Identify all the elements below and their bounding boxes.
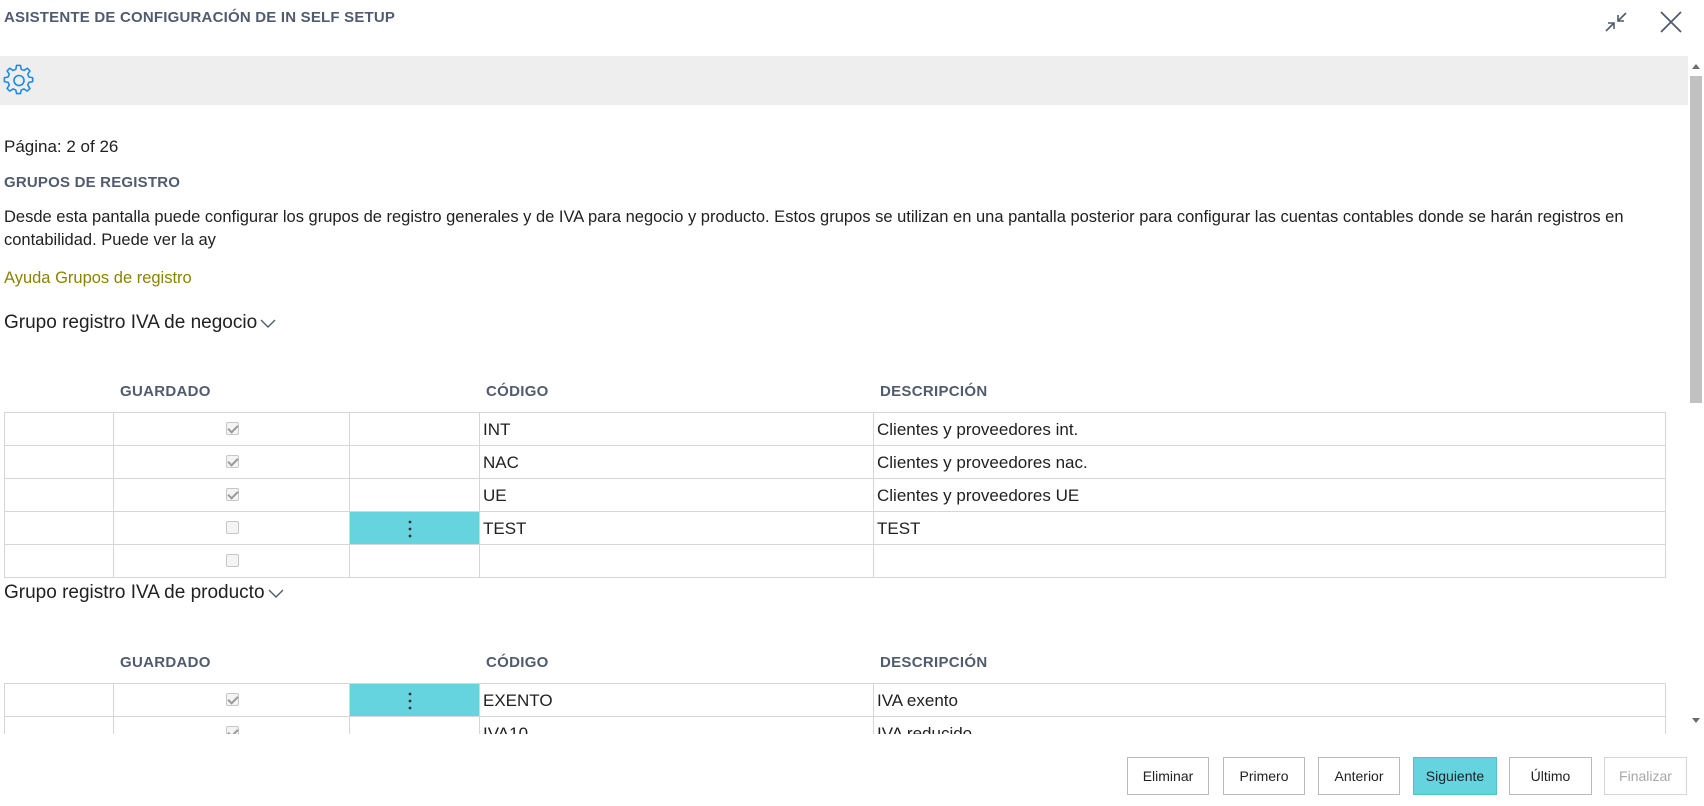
scroll-up-icon[interactable] <box>1691 62 1701 70</box>
help-link[interactable]: Ayuda Grupos de registro <box>4 269 192 288</box>
page-number: Página: 2 of 26 <box>4 137 119 156</box>
table-row[interactable]: IVA10 IVA reducido <box>4 717 1666 734</box>
row-menu-cell[interactable] <box>350 717 480 734</box>
saved-cell <box>114 545 350 577</box>
description-cell[interactable]: Clientes y proveedores nac. <box>874 446 1664 478</box>
code-cell[interactable]: NAC <box>480 446 874 478</box>
description-cell[interactable]: IVA reducido <box>874 717 1664 734</box>
saved-cell <box>114 512 350 544</box>
row-menu-cell[interactable] <box>350 545 480 577</box>
code-value: UE <box>483 486 507 505</box>
chevron-down-icon <box>268 589 284 598</box>
description-cell[interactable]: Clientes y proveedores UE <box>874 479 1664 511</box>
row-menu-cell[interactable] <box>350 479 480 511</box>
saved-cell <box>114 684 350 716</box>
scrollbar-thumb[interactable] <box>1690 76 1702 403</box>
description-value: Clientes y proveedores int. <box>877 420 1079 439</box>
business-group-table: INT Clientes y proveedores int. NAC Cliente… <box>4 412 1666 578</box>
code-value: IVA10 <box>483 724 529 734</box>
row-menu-cell[interactable] <box>350 446 480 478</box>
more-options-icon[interactable] <box>408 520 412 538</box>
row-menu-cell[interactable] <box>350 512 480 544</box>
saved-cell <box>114 413 350 445</box>
description-value: Clientes y proveedores nac. <box>877 453 1088 472</box>
window-title: ASISTENTE DE CONFIGURACIÓN DE IN SELF SE… <box>4 9 396 26</box>
row-selector-cell[interactable] <box>5 413 114 445</box>
section-description: Desde esta pantalla puede configurar los… <box>4 208 1624 249</box>
row-menu-cell[interactable] <box>350 413 480 445</box>
code-value: EXENTO <box>483 691 553 710</box>
column-header-saved[interactable]: GUARDADO <box>120 654 211 671</box>
scroll-down-icon[interactable] <box>1691 717 1701 725</box>
row-selector-cell[interactable] <box>5 479 114 511</box>
column-header-code[interactable]: CÓDIGO <box>486 383 549 400</box>
saved-checkbox[interactable] <box>226 455 239 468</box>
code-value: INT <box>483 420 511 439</box>
row-menu-cell[interactable] <box>350 684 480 716</box>
code-cell[interactable]: IVA10 <box>480 717 874 734</box>
saved-cell <box>114 479 350 511</box>
saved-checkbox[interactable] <box>226 554 239 567</box>
chevron-down-icon <box>260 319 276 328</box>
first-button[interactable]: Primero <box>1223 757 1305 795</box>
description-value: IVA exento <box>877 691 958 710</box>
row-selector-cell[interactable] <box>5 545 114 577</box>
code-cell[interactable] <box>480 545 874 577</box>
table-row[interactable]: TEST TEST <box>4 512 1666 545</box>
business-group-heading: Grupo registro IVA de negocio <box>4 312 258 333</box>
next-button[interactable]: Siguiente <box>1413 757 1497 795</box>
saved-checkbox[interactable] <box>226 521 239 534</box>
description-cell[interactable] <box>874 545 1664 577</box>
description-value: IVA reducido <box>877 724 973 734</box>
product-group-heading: Grupo registro IVA de producto <box>4 582 265 603</box>
code-cell[interactable]: EXENTO <box>480 684 874 716</box>
column-header-saved[interactable]: GUARDADO <box>120 383 211 400</box>
row-selector-cell[interactable] <box>5 446 114 478</box>
product-group-toggle[interactable]: Grupo registro IVA de producto <box>4 582 285 604</box>
collapse-icon[interactable] <box>1598 4 1634 40</box>
column-header-description[interactable]: DESCRIPCIÓN <box>880 383 987 400</box>
title-bar: ASISTENTE DE CONFIGURACIÓN DE IN SELF SE… <box>0 0 1704 56</box>
description-cell[interactable]: IVA exento <box>874 684 1664 716</box>
last-button[interactable]: Último <box>1509 757 1592 795</box>
business-group-toggle[interactable]: Grupo registro IVA de negocio <box>4 312 277 334</box>
description-value: TEST <box>877 519 921 538</box>
saved-checkbox[interactable] <box>226 726 239 734</box>
close-icon[interactable] <box>1653 4 1689 40</box>
more-options-icon[interactable] <box>408 692 412 710</box>
column-header-code[interactable]: CÓDIGO <box>486 654 549 671</box>
row-selector-cell[interactable] <box>5 717 114 734</box>
description-cell[interactable]: Clientes y proveedores int. <box>874 413 1664 445</box>
code-value: NAC <box>483 453 519 472</box>
table-row[interactable]: INT Clientes y proveedores int. <box>4 413 1666 446</box>
saved-checkbox[interactable] <box>226 422 239 435</box>
previous-button[interactable]: Anterior <box>1318 757 1400 795</box>
row-selector-cell[interactable] <box>5 684 114 716</box>
table-row[interactable]: EXENTO IVA exento <box>4 684 1666 717</box>
saved-checkbox[interactable] <box>226 488 239 501</box>
wizard-footer: Eliminar Primero Anterior Siguiente Últi… <box>0 734 1704 806</box>
product-group-table: EXENTO IVA exento IVA10 IVA reducido <box>4 683 1666 734</box>
action-bar <box>0 56 1688 105</box>
saved-cell <box>114 717 350 734</box>
table-row[interactable] <box>4 545 1666 578</box>
code-cell[interactable]: UE <box>480 479 874 511</box>
column-header-description[interactable]: DESCRIPCIÓN <box>880 654 987 671</box>
description-cell[interactable]: TEST <box>874 512 1664 544</box>
section-title: GRUPOS DE REGISTRO <box>4 174 181 191</box>
table-row[interactable]: NAC Clientes y proveedores nac. <box>4 446 1666 479</box>
delete-button[interactable]: Eliminar <box>1127 757 1209 795</box>
table-row[interactable]: UE Clientes y proveedores UE <box>4 479 1666 512</box>
finish-button: Finalizar <box>1604 757 1687 795</box>
code-cell[interactable]: INT <box>480 413 874 445</box>
row-selector-cell[interactable] <box>5 512 114 544</box>
description-value: Clientes y proveedores UE <box>877 486 1080 505</box>
code-value: TEST <box>483 519 527 538</box>
code-cell[interactable]: TEST <box>480 512 874 544</box>
saved-checkbox[interactable] <box>226 693 239 706</box>
wizard-content: Página: 2 of 26 GRUPOS DE REGISTRO Desde… <box>0 105 1688 734</box>
gear-icon[interactable] <box>3 64 35 96</box>
saved-cell <box>114 446 350 478</box>
